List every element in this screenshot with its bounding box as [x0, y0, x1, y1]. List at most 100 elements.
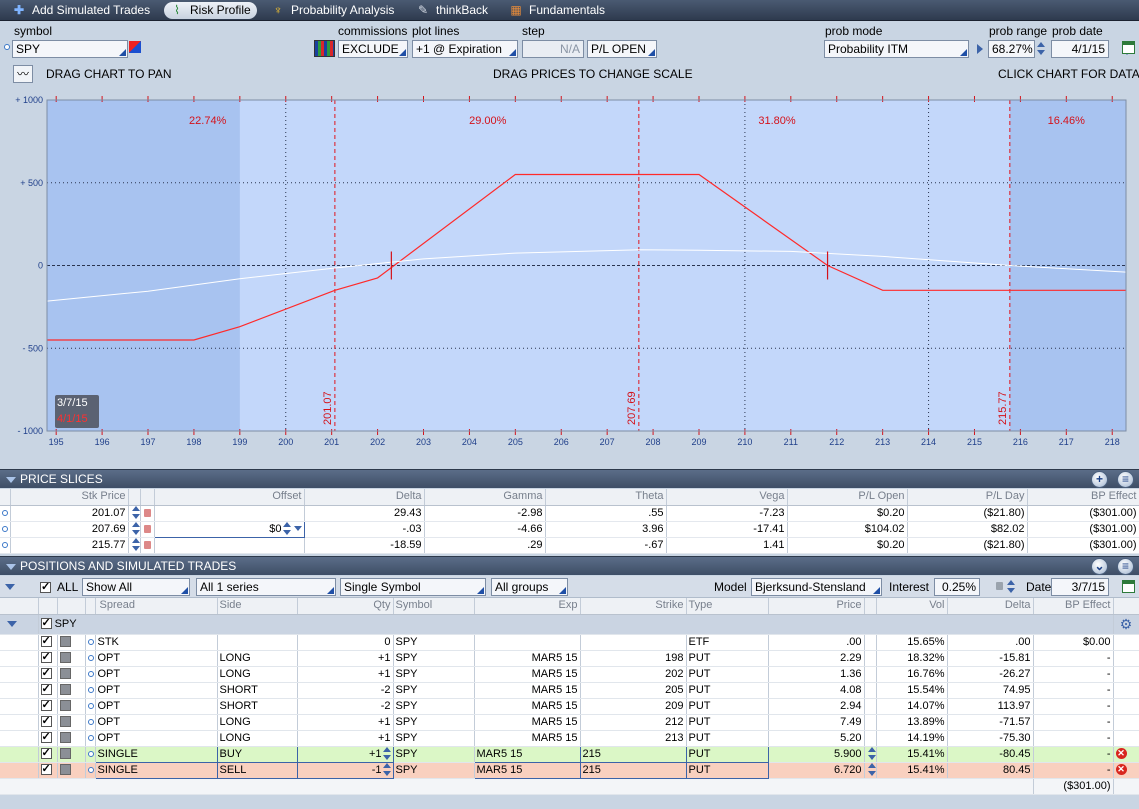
positions-header[interactable]: POSITIONS AND SIMULATED TRADES ⌄ ≡ [0, 556, 1139, 575]
interest-spinner[interactable] [1007, 580, 1016, 593]
dropdown-arrow-icon[interactable] [293, 526, 302, 532]
price-cell[interactable]: 6.720 [768, 762, 865, 779]
exp-cell[interactable]: MAR5 15 [473, 761, 581, 779]
position-row[interactable]: OPTSHORT-2SPYMAR5 15209PUT2.94 14.07%113.… [0, 698, 1139, 715]
col-type[interactable]: Type [686, 598, 769, 615]
slice-row[interactable]: 215.77 -18.59 .29 -.67 1.41 $0.20 ($21.8… [0, 537, 1139, 554]
position-row[interactable]: SINGLEBUY+1SPYMAR5 15215PUT5.900 15.41%-8… [0, 745, 1139, 763]
side-cell[interactable]: BUY [216, 745, 298, 763]
series-filter-dropdown[interactable]: All 1 series [196, 578, 336, 596]
col-spread[interactable]: Spread [95, 598, 218, 615]
type-cell[interactable]: PUT [685, 745, 769, 763]
add-simulated-trades-button[interactable]: ✚ Add Simulated Trades [6, 2, 156, 19]
col-theta[interactable]: Theta [545, 489, 667, 506]
strike-cell[interactable]: 215 [579, 761, 687, 779]
spread-cell[interactable]: SINGLE [94, 761, 218, 779]
qty-cell[interactable]: +1 [296, 745, 394, 763]
plot-lines-dropdown[interactable]: +1 @ Expiration [412, 40, 518, 58]
lock-icon[interactable] [143, 524, 151, 533]
position-row[interactable]: OPTLONG+1SPYMAR5 15198PUT2.29 18.32%-15.8… [0, 650, 1139, 667]
slice-offset[interactable] [154, 505, 305, 522]
fundamentals-tab[interactable]: ▦ Fundamentals [503, 2, 611, 19]
risk-profile-tab[interactable]: ⌇ Risk Profile [164, 2, 257, 19]
prob-range-field[interactable]: 68.27% [988, 40, 1035, 58]
row-checkbox[interactable] [40, 746, 52, 761]
slice-price[interactable]: 215.77 [10, 537, 129, 554]
date-calendar-icon[interactable] [1122, 580, 1135, 593]
col-symbol[interactable]: Symbol [393, 598, 475, 615]
position-row[interactable]: OPTLONG+1SPYMAR5 15213PUT5.20 14.19%-75.3… [0, 730, 1139, 747]
row-checkbox[interactable] [40, 650, 52, 665]
col-pl-open[interactable]: P/L Open [787, 489, 908, 506]
col-gamma[interactable]: Gamma [424, 489, 546, 506]
col-delta[interactable]: Delta [304, 489, 425, 506]
add-slice-icon[interactable]: + [1091, 471, 1108, 488]
slice-offset[interactable] [154, 537, 305, 554]
interest-lock-icon[interactable] [996, 582, 1003, 590]
play-icon[interactable] [977, 44, 983, 54]
group-row[interactable]: SPY ⚙ [0, 614, 1139, 635]
show-filter-dropdown[interactable]: Show All [82, 578, 190, 596]
spinner[interactable] [131, 506, 139, 520]
col-pos-bp-effect[interactable]: BP Effect [1033, 598, 1114, 615]
select-all-checkbox[interactable] [40, 580, 51, 593]
price-spinner[interactable] [867, 747, 875, 761]
row-checkbox[interactable] [40, 634, 52, 649]
type-cell[interactable]: PUT [685, 761, 769, 779]
position-row[interactable]: OPTLONG+1SPYMAR5 15212PUT7.49 13.89%-71.5… [0, 714, 1139, 731]
group-collapse-icon[interactable] [7, 620, 17, 627]
position-row[interactable]: SINGLESELL-1SPYMAR5 15215PUT6.720 15.41%8… [0, 761, 1139, 779]
col-vol[interactable]: Vol [876, 598, 948, 615]
risk-profile-chart[interactable]: + 1000 + 500 0 - 500 - 1000 195 196 197 198 199 20… [0, 90, 1139, 450]
symbol-filter-dropdown[interactable]: Single Symbol [340, 578, 486, 596]
slices-menu-icon[interactable]: ≡ [1117, 471, 1134, 488]
slice-price[interactable]: 201.07 [10, 505, 129, 522]
col-exp[interactable]: Exp [474, 598, 581, 615]
row-checkbox[interactable] [40, 698, 52, 713]
col-bp-effect[interactable]: BP Effect [1027, 489, 1139, 506]
spinner[interactable] [131, 522, 139, 536]
commissions-dropdown[interactable]: EXCLUDE [338, 40, 408, 58]
groups-filter-dropdown[interactable]: All groups [491, 578, 568, 596]
chart-settings-icon[interactable]: 〰 [13, 65, 33, 83]
row-checkbox[interactable] [40, 762, 52, 777]
strike-cell[interactable]: 215 [579, 745, 687, 763]
slice-offset[interactable]: $0 [153, 520, 305, 538]
price-cell[interactable]: 5.900 [768, 746, 865, 763]
price-slices-header[interactable]: PRICE SLICES + ≡ [0, 469, 1139, 488]
probability-analysis-tab[interactable]: ♆ Probability Analysis [265, 2, 400, 19]
prob-mode-dropdown[interactable]: Probability ITM [824, 40, 969, 58]
spread-cell[interactable]: SINGLE [94, 745, 218, 763]
lock-icon[interactable] [143, 540, 151, 549]
col-vega[interactable]: Vega [666, 489, 788, 506]
prob-date-field[interactable]: 4/1/15 [1051, 40, 1109, 58]
position-row[interactable]: STK0SPYETF.0015.65%.00$0.00 [0, 634, 1139, 651]
side-cell[interactable]: SELL [216, 761, 298, 779]
exp-cell[interactable]: MAR5 15 [473, 745, 581, 763]
symbol-color-icon[interactable] [129, 41, 141, 53]
row-checkbox[interactable] [40, 682, 52, 697]
delete-order-icon[interactable]: ✕ [1115, 764, 1127, 776]
col-price[interactable]: Price [768, 598, 865, 615]
group-settings-icon[interactable]: ⚙ [1113, 614, 1139, 635]
spinner[interactable] [131, 538, 139, 552]
interest-field[interactable]: 0.25% [934, 578, 980, 596]
col-side[interactable]: Side [217, 598, 298, 615]
qty-spinner[interactable] [382, 763, 391, 777]
slice-row[interactable]: 207.69 $0 -.03 -4.66 3.96 -17.41 $104.02… [0, 520, 1139, 538]
symbol-field[interactable]: SPY [12, 40, 128, 58]
calendar-icon[interactable] [1122, 41, 1135, 54]
qty-cell[interactable]: -1 [296, 761, 394, 779]
pl-mode-dropdown[interactable]: P/L OPEN [587, 40, 657, 58]
col-offset[interactable]: Offset [154, 489, 305, 506]
slice-row[interactable]: 201.07 29.43 -2.98 .55 -7.23 $0.20 ($21.… [0, 505, 1139, 522]
col-pl-day[interactable]: P/L Day [907, 489, 1028, 506]
grid-color-icon[interactable] [314, 40, 335, 57]
slice-price[interactable]: 207.69 [10, 521, 129, 538]
date-field[interactable]: 3/7/15 [1051, 578, 1109, 596]
col-strike[interactable]: Strike [580, 598, 687, 615]
model-dropdown[interactable]: Bjerksund-Stensland [751, 578, 882, 596]
price-spinner[interactable] [867, 763, 875, 777]
col-qty[interactable]: Qty [297, 598, 394, 615]
group-checkbox[interactable] [40, 616, 52, 631]
